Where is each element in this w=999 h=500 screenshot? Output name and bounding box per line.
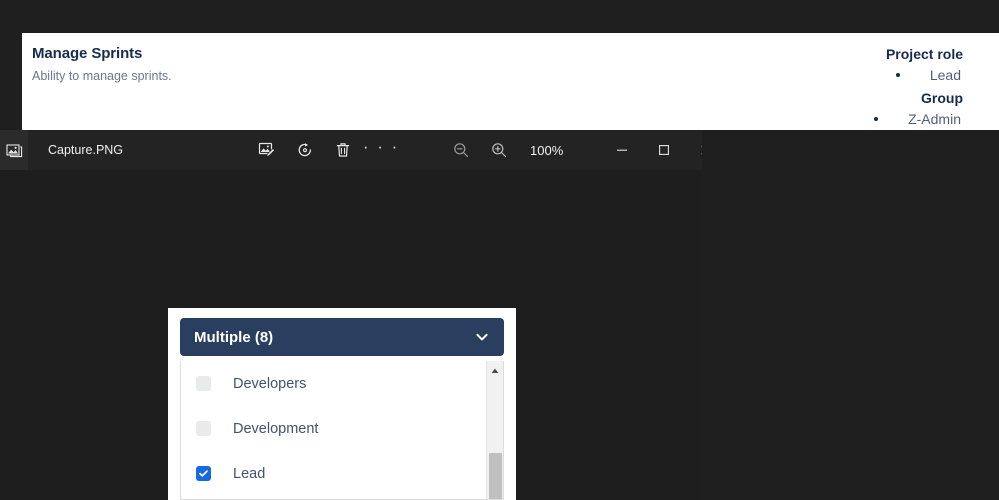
minimize-button[interactable]	[601, 130, 643, 170]
file-name-label: Capture.PNG	[48, 143, 124, 157]
grant-item-label: Lead	[929, 67, 961, 83]
zoom-out-icon[interactable]	[442, 130, 480, 170]
zoom-in-icon[interactable]	[480, 130, 518, 170]
rotate-icon[interactable]	[286, 130, 324, 170]
edit-image-icon[interactable]	[248, 130, 286, 170]
bullet-icon	[895, 73, 900, 78]
checkbox-unchecked-icon[interactable]	[196, 376, 211, 391]
grant-item: Lead	[743, 64, 963, 86]
photo-gallery-icon[interactable]	[0, 130, 28, 170]
scroll-up-arrow-icon[interactable]	[487, 363, 503, 379]
zoom-level-label: 100%	[530, 142, 564, 158]
grant-list-group: Z-Admin	[743, 108, 963, 130]
zoom-controls: 100%	[442, 130, 571, 170]
multiselect-toggle[interactable]: Multiple (8)	[180, 318, 504, 356]
list-item[interactable]: Lead	[181, 451, 503, 496]
permission-title: Manage Sprints	[32, 45, 143, 62]
multiselect-options-list[interactable]: Developers Development Lead	[180, 361, 504, 500]
bullet-icon	[874, 117, 879, 122]
maximize-button[interactable]	[643, 130, 685, 170]
permission-info: Manage Sprints Ability to manage sprints…	[32, 44, 632, 84]
image-canvas: Multiple (8) Developers Development Lead	[0, 170, 702, 500]
list-item[interactable]: Development	[181, 406, 503, 451]
options-scrollbar[interactable]	[486, 361, 503, 499]
list-item[interactable]: Developers	[181, 361, 503, 406]
permission-description: Ability to manage sprints.	[32, 69, 172, 83]
grant-list-project-role: Lead	[743, 64, 963, 86]
grant-item-label: Z-Admin	[908, 111, 961, 127]
grant-item: Z-Admin	[743, 108, 963, 130]
viewed-image: Multiple (8) Developers Development Lead	[168, 308, 516, 500]
permission-grants: Project role Lead Group Z-Admin	[743, 44, 963, 130]
multiselect-value: Multiple (8)	[194, 328, 274, 346]
window-controls	[601, 130, 702, 170]
photos-toolbar: · · ·	[248, 130, 400, 173]
list-item-label: Developers	[233, 375, 307, 392]
chevron-down-icon	[474, 329, 490, 345]
scrollbar-thumb[interactable]	[489, 453, 502, 499]
photos-viewer-window: Capture.PNG · · · 100% Multiple (8) Deve…	[0, 130, 702, 500]
checkbox-checked-icon[interactable]	[196, 466, 211, 481]
grant-heading-project-role: Project role	[885, 46, 963, 62]
screenshot-root: Manage Sprints Ability to manage sprints…	[0, 0, 999, 500]
grant-heading-group: Group	[921, 90, 963, 106]
close-button[interactable]	[685, 130, 702, 170]
photos-titlebar[interactable]: Capture.PNG · · · 100%	[0, 130, 702, 170]
list-item-label: Development	[233, 420, 319, 437]
list-item[interactable]: Tempo Project Managers	[181, 496, 503, 499]
permission-card: Manage Sprints Ability to manage sprints…	[22, 33, 999, 130]
checkbox-unchecked-icon[interactable]	[196, 421, 211, 436]
list-item-label: Lead	[233, 465, 266, 482]
delete-icon[interactable]	[324, 130, 362, 170]
more-options-icon[interactable]: · · ·	[362, 130, 400, 173]
